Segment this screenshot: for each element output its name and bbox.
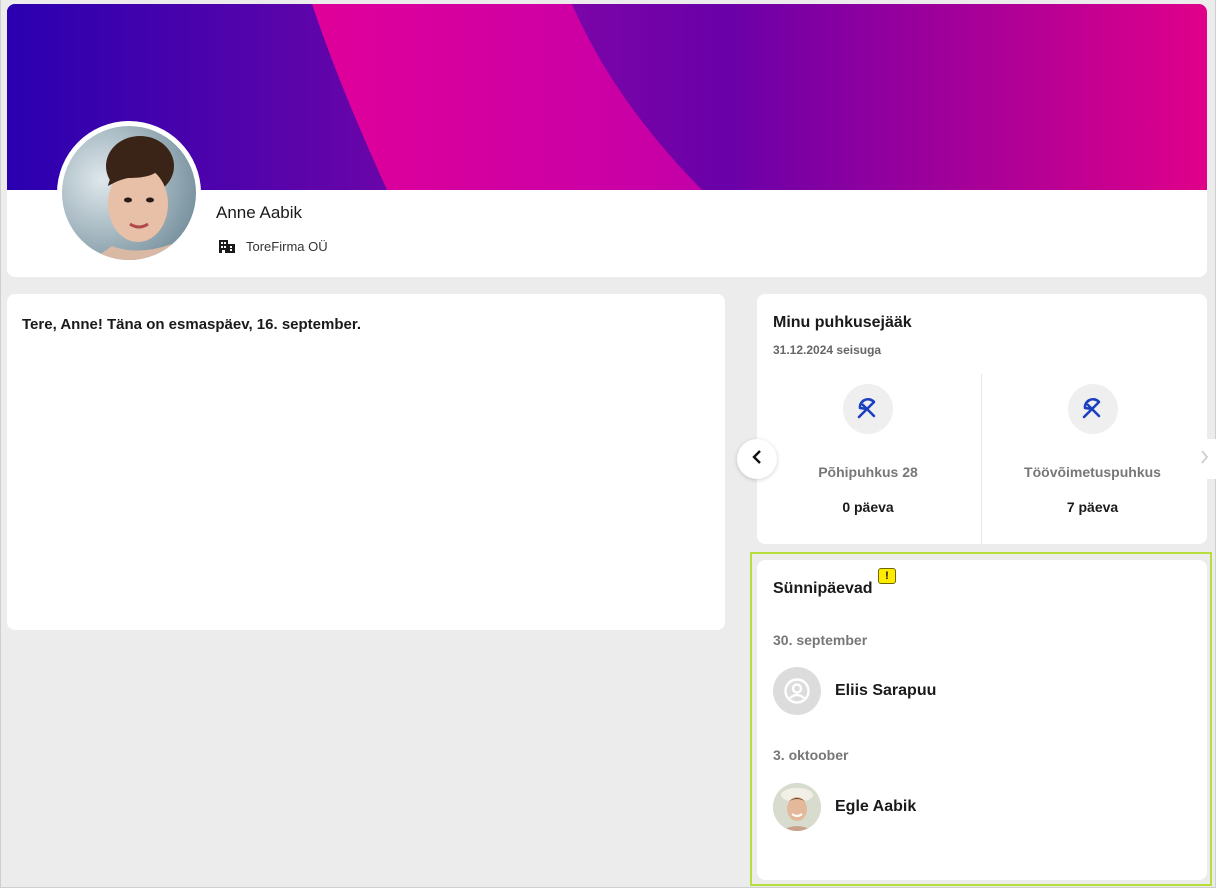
- user-placeholder-icon: [773, 667, 821, 715]
- vacation-balance-card: Minu puhkusejääk 31.12.2024 seisuga Põhi…: [757, 294, 1207, 544]
- birthday-person[interactable]: Egle Aabik: [773, 783, 916, 831]
- birthday-person-name: Egle Aabik: [835, 798, 917, 815]
- vacation-subtitle: 31.12.2024 seisuga: [773, 343, 882, 357]
- warning-badge: !: [878, 568, 896, 584]
- profile-name: Anne Aabik: [216, 203, 303, 222]
- birthday-date: 30. september: [773, 632, 868, 648]
- greeting-text: Tere, Anne! Täna on esmaspäev, 16. septe…: [22, 316, 362, 333]
- birthday-date: 3. oktoober: [773, 747, 849, 763]
- person-photo-avatar: [773, 783, 821, 831]
- vacation-title: Minu puhkusejääk: [773, 314, 912, 331]
- vacation-item[interactable]: Töövõimetuspuhkus 7 päeva: [981, 374, 1203, 544]
- chevron-left-icon: [751, 449, 763, 470]
- birthdays-card: Sünnipäevad ! 30. september Eliis Sarapu…: [757, 560, 1207, 880]
- carousel-next-button[interactable]: [1187, 439, 1221, 479]
- vacation-item-value: 7 päeva: [1066, 499, 1119, 515]
- birthday-person[interactable]: Eliis Sarapuu: [773, 667, 936, 715]
- page-frame: Anne Aabik ToreFirma OÜ Tere, Anne! Täna…: [0, 0, 1221, 888]
- vacation-item[interactable]: Põhipuhkus 28 0 päeva: [757, 374, 979, 544]
- profile-company: ToreFirma OÜ: [218, 236, 328, 257]
- chevron-right-icon: [1199, 449, 1209, 470]
- profile-avatar[interactable]: [57, 121, 201, 265]
- greeting-card: Tere, Anne! Täna on esmaspäev, 16. septe…: [7, 294, 725, 630]
- vacation-item-value: 0 päeva: [842, 499, 894, 515]
- building-icon: [218, 236, 236, 257]
- birthday-person-name: Eliis Sarapuu: [835, 682, 937, 699]
- vacation-item-label: Töövõimetuspuhkus: [1024, 464, 1161, 480]
- company-name: ToreFirma OÜ: [246, 239, 328, 254]
- vacation-item-label: Põhipuhkus 28: [818, 464, 918, 480]
- umbrella-icon: [1067, 384, 1118, 434]
- umbrella-icon: [843, 384, 893, 434]
- profile-card: Anne Aabik ToreFirma OÜ: [7, 4, 1207, 277]
- birthdays-title: Sünnipäevad: [773, 580, 873, 597]
- carousel-prev-button[interactable]: [737, 439, 777, 479]
